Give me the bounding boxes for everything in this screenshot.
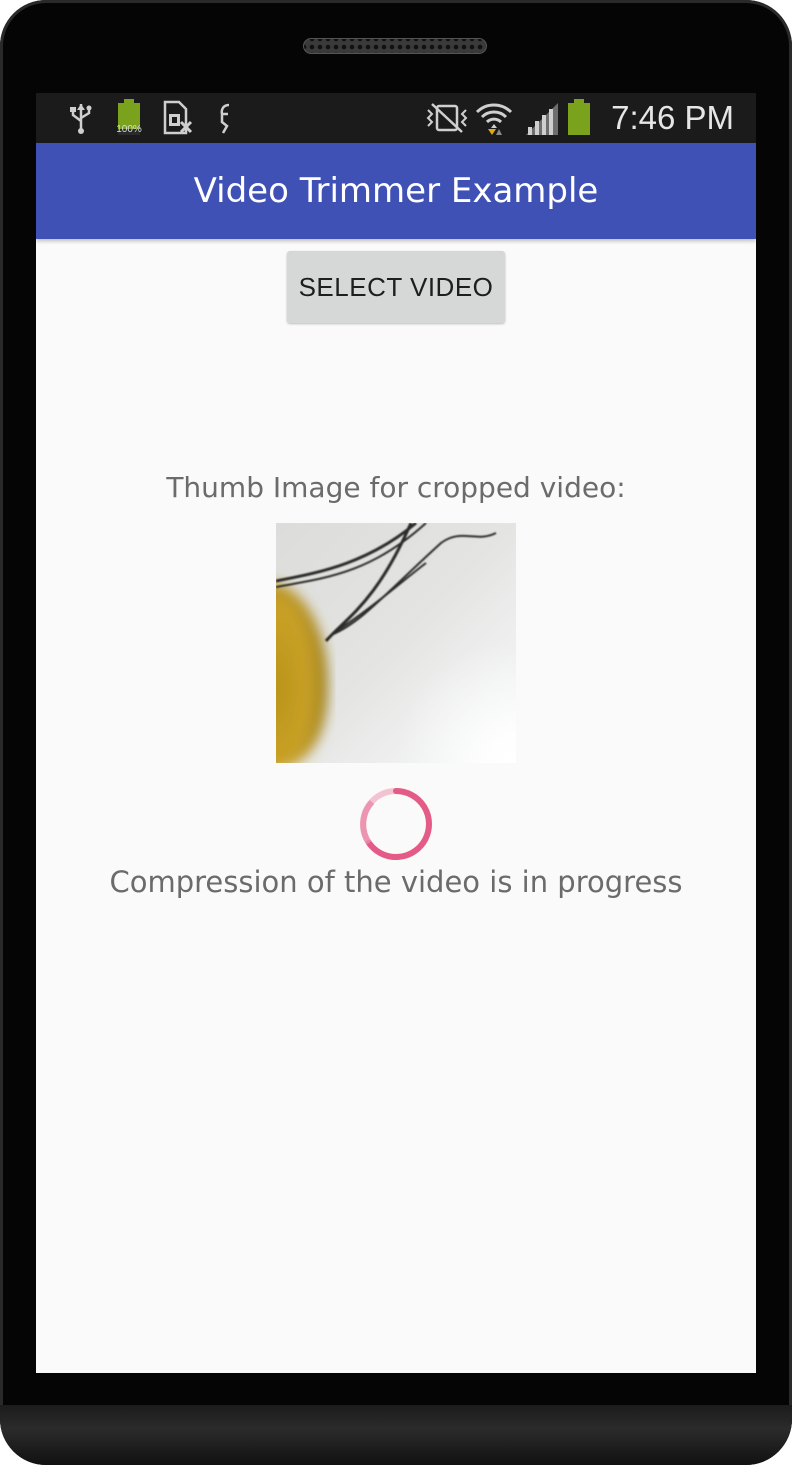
vibrate-mute-icon: [426, 102, 468, 139]
video-thumbnail: [276, 523, 516, 763]
battery-full-icon: [114, 99, 144, 142]
app-bar: Video Trimmer Example: [36, 143, 756, 239]
device-frame: 100% 7:46 PM Video Trimmer Example SELEC…: [0, 0, 792, 1465]
status-bar: 100% 7:46 PM: [36, 93, 756, 143]
compression-progress-text: Compression of the video is in progress: [109, 865, 683, 899]
usb-icon: [68, 101, 94, 140]
device-bottom-bezel: [0, 1405, 792, 1465]
select-video-button[interactable]: SELECT VIDEO: [287, 251, 505, 323]
loading-spinner: [358, 786, 434, 862]
status-time: 7:46 PM: [611, 99, 734, 136]
speaker-grille: [303, 38, 487, 54]
thumb-image-label: Thumb Image for cropped video:: [166, 471, 626, 504]
battery-icon: [566, 99, 592, 142]
screen: 100% 7:46 PM Video Trimmer Example SELEC…: [36, 93, 756, 1373]
wifi-icon: [474, 98, 514, 143]
sim-card-missing-icon: [162, 100, 194, 141]
battery-percent-label: 100%: [116, 124, 142, 135]
app-notification-icon: [216, 102, 236, 141]
app-title: Video Trimmer Example: [193, 171, 599, 211]
signal-icon: [524, 101, 560, 142]
